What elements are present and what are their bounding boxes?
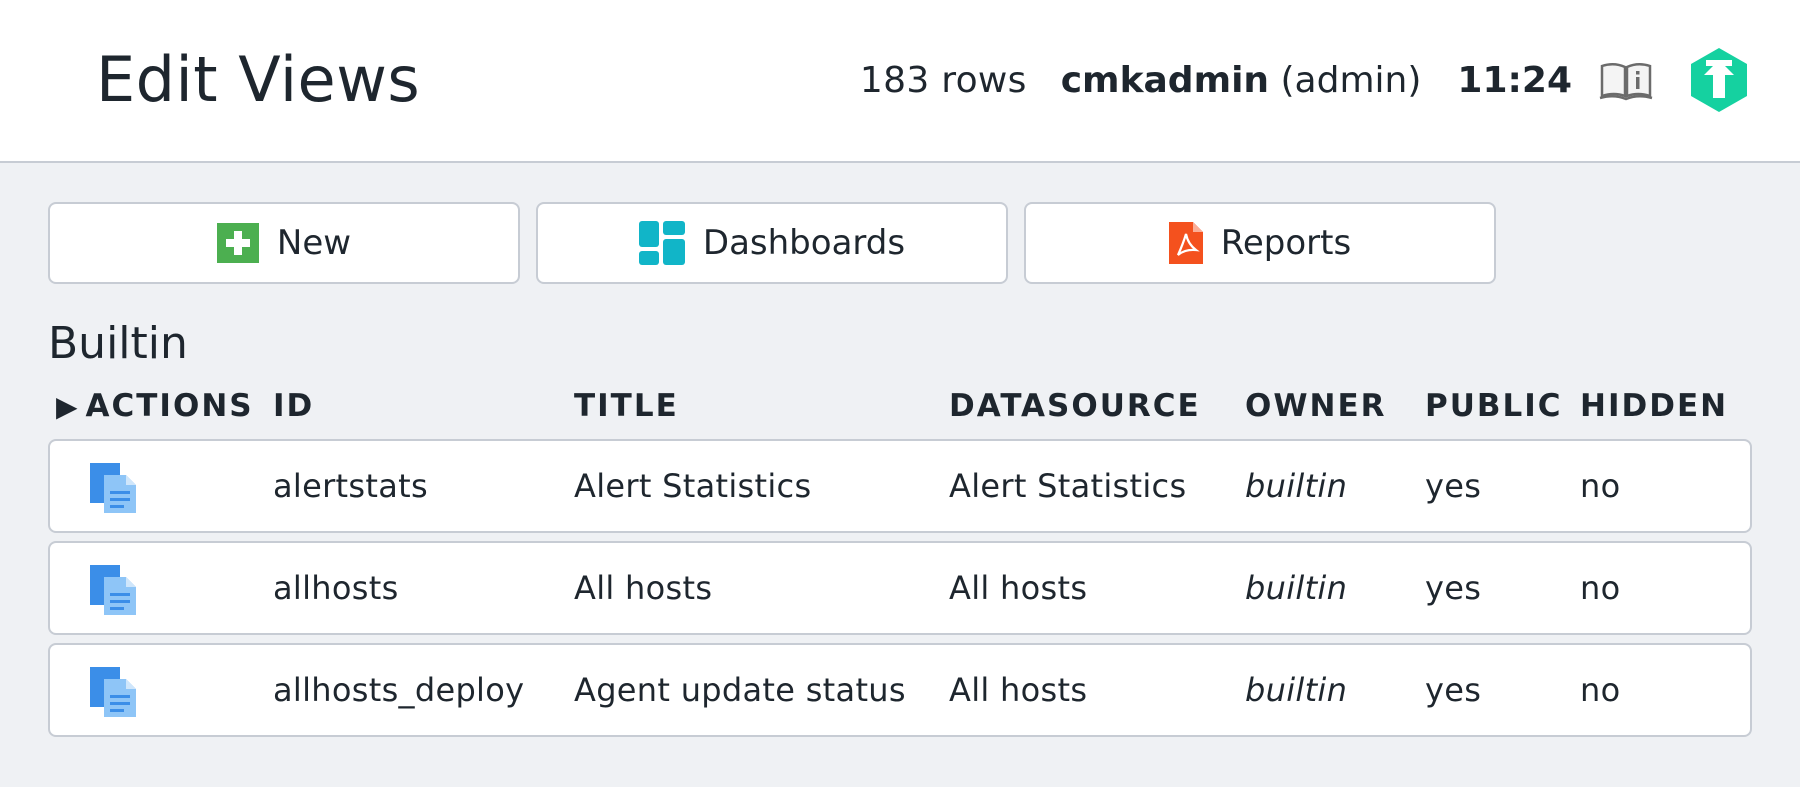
header-status: 183 rows cmkadmin (admin) 11:24 [860,44,1800,116]
column-header-actions[interactable]: ▶ ACTIONS [56,386,254,427]
page-title: Edit Views [96,43,421,116]
column-header-hidden[interactable]: HIDDEN [1580,386,1728,426]
username: cmkadmin [1060,59,1270,101]
cell-datasource: Alert Statistics [949,467,1187,505]
table-header: ▶ ACTIONS ID TITLE DATASOURCE OWNER PUBLI… [48,386,1752,426]
cell-owner: builtin [1245,671,1348,709]
dashboards-button-label: Dashboards [702,223,906,263]
dashboards-button[interactable]: Dashboards [536,202,1008,284]
dashboard-icon [638,221,685,265]
top-bar: Edit Views 183 rows cmkadmin (admin) 11:… [0,0,1800,163]
cell-datasource: All hosts [949,569,1088,607]
cell-hidden: no [1580,467,1621,505]
plus-icon [216,223,259,263]
toolbar: New Dashboards Reports [48,202,1512,284]
cell-owner: builtin [1245,467,1348,505]
cell-datasource: All hosts [949,671,1088,709]
cell-hidden: no [1580,671,1621,709]
cell-public: yes [1425,671,1482,709]
cell-title: Agent update status [574,671,906,709]
table-row: allhosts_deploy Agent update status All … [48,643,1752,737]
reports-button-label: Reports [1220,223,1352,263]
column-header-owner[interactable]: OWNER [1245,386,1387,426]
cell-title: All hosts [574,569,713,607]
column-header-public[interactable]: PUBLIC [1425,386,1563,426]
new-button-label: New [276,223,352,263]
cell-public: yes [1425,467,1482,505]
checkmk-logo-icon[interactable] [1688,46,1750,114]
row-count: 183 rows [859,59,1027,101]
help-book-icon[interactable] [1598,58,1654,102]
clock: 11:24 [1457,59,1572,101]
column-header-datasource[interactable]: DATASOURCE [949,386,1201,426]
cell-public: yes [1425,569,1482,607]
clone-icon[interactable] [88,563,138,617]
pdf-icon [1168,222,1203,264]
new-button[interactable]: New [48,202,520,284]
user-info: cmkadmin (admin) [1061,60,1422,101]
cell-id[interactable]: allhosts_deploy [273,645,524,735]
expand-triangle-icon[interactable]: ▶ [56,387,80,427]
cell-owner: builtin [1245,569,1348,607]
clone-icon[interactable] [88,665,138,719]
section-title: Builtin [48,318,188,369]
table-row: allhosts All hosts All hosts builtin yes… [48,541,1752,635]
cell-hidden: no [1580,569,1621,607]
cell-id[interactable]: allhosts [273,543,399,633]
column-header-id[interactable]: ID [273,386,314,426]
clone-icon[interactable] [88,461,138,515]
reports-button[interactable]: Reports [1024,202,1496,284]
column-header-title[interactable]: TITLE [574,386,679,426]
cell-title: Alert Statistics [574,467,812,505]
table-row: alertstats Alert Statistics Alert Statis… [48,439,1752,533]
user-role: (admin) [1280,59,1422,101]
cell-id[interactable]: alertstats [273,441,428,531]
